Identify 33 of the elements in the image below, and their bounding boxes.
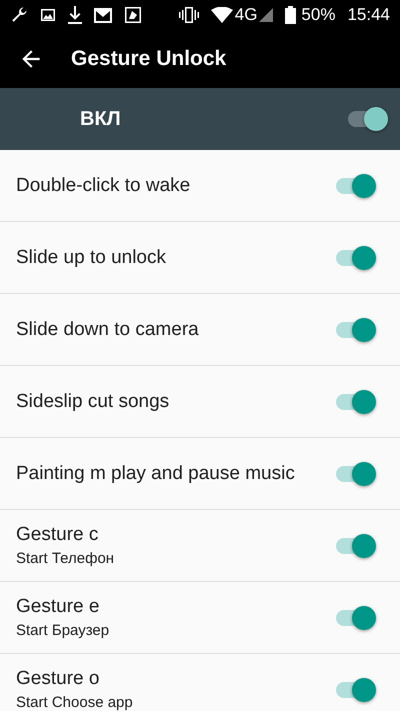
setting-row[interactable]: Painting m play and pause music bbox=[0, 438, 400, 510]
wifi-icon bbox=[210, 7, 233, 23]
setting-row[interactable]: Slide down to camera bbox=[0, 294, 400, 366]
setting-row[interactable]: Gesture e Start Браузер bbox=[0, 582, 400, 654]
setting-row[interactable]: Gesture c Start Телефон bbox=[0, 510, 400, 582]
setting-title: Gesture e bbox=[16, 596, 100, 618]
setting-summary: Start Choose app bbox=[16, 694, 134, 711]
setting-row[interactable]: Gesture o Start Choose app bbox=[0, 654, 400, 711]
setting-title: Gesture o bbox=[16, 668, 100, 690]
setting-title: Sideslip cut songs bbox=[16, 390, 170, 412]
setting-title: Painting m play and pause music bbox=[16, 462, 296, 484]
setting-row[interactable]: Slide up to unlock bbox=[0, 222, 400, 294]
setting-title: Double-click to wake bbox=[16, 174, 192, 196]
app-icon bbox=[124, 6, 142, 24]
download-icon bbox=[68, 6, 82, 24]
network-type: 4G bbox=[234, 5, 258, 25]
clock: 15:44 bbox=[347, 5, 390, 25]
setting-title: Slide up to unlock bbox=[16, 246, 167, 268]
image-icon bbox=[40, 7, 56, 23]
wrench-icon bbox=[10, 6, 28, 24]
setting-title: Slide down to camera bbox=[16, 318, 200, 340]
setting-summary: Start Телефон bbox=[16, 550, 116, 567]
signal-icon bbox=[259, 8, 274, 22]
battery-level: 50% bbox=[301, 5, 336, 25]
master-switch-label: ВКЛ bbox=[80, 108, 122, 130]
setting-summary: Start Браузер bbox=[16, 622, 110, 639]
setting-row[interactable]: Sideslip cut songs bbox=[0, 366, 400, 438]
screen-title: Gesture Unlock bbox=[71, 47, 226, 71]
vibrate-icon bbox=[178, 7, 199, 23]
mail-icon bbox=[94, 8, 112, 22]
setting-row[interactable]: Double-click to wake bbox=[0, 150, 400, 222]
battery-icon bbox=[285, 6, 296, 24]
setting-title: Gesture c bbox=[16, 524, 100, 546]
